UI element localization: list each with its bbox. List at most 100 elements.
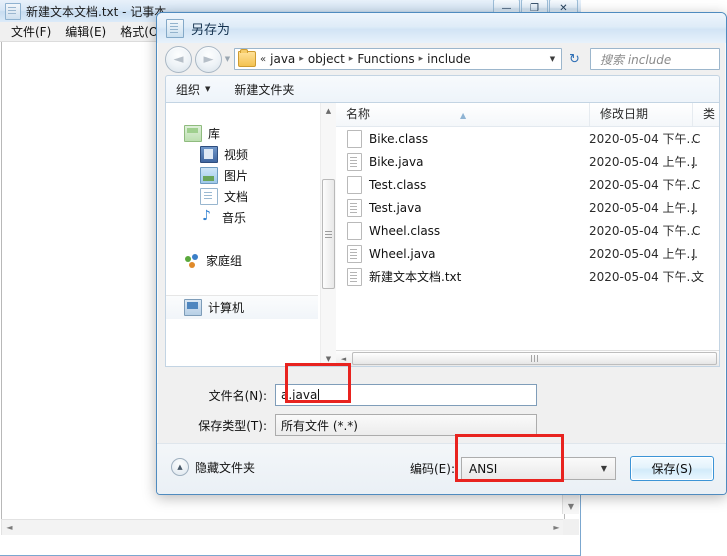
sidebar-item-label: 计算机: [208, 301, 245, 315]
scroll-down-icon[interactable]: ▼: [563, 498, 579, 514]
filename-label: 文件名(N):: [208, 388, 267, 403]
sidebar-item-label: 图片: [224, 169, 249, 183]
table-row[interactable]: Bike.java 2020-05-04 上午... J: [336, 150, 719, 173]
breadcrumb-item-object[interactable]: object: [305, 52, 348, 66]
table-row[interactable]: Test.java 2020-05-04 上午... J: [336, 196, 719, 219]
breadcrumb-item-functions[interactable]: Functions: [354, 52, 417, 66]
file-name-cell: 新建文本文档.txt: [336, 267, 589, 286]
organize-button[interactable]: 组织 ▼: [176, 81, 210, 98]
address-bar[interactable]: « java ▸ object ▸ Functions ▸ include ▼: [234, 48, 562, 70]
file-type-cell: J: [692, 154, 696, 169]
history-dropdown-icon[interactable]: ▼: [222, 47, 233, 72]
table-row[interactable]: Wheel.java 2020-05-04 上午... J: [336, 242, 719, 265]
chevron-up-icon: ▲: [171, 458, 189, 476]
notepad-scroll-corner: [563, 519, 579, 535]
sidebar-item-music[interactable]: 音乐: [166, 207, 318, 228]
address-dropdown-icon[interactable]: ▼: [544, 49, 561, 69]
file-type-cell: C: [692, 131, 701, 146]
breadcrumb: « java ▸ object ▸ Functions ▸ include: [259, 52, 544, 66]
sidebar-item-label: 家庭组: [206, 254, 243, 268]
file-name-cell: Wheel.class: [336, 221, 589, 240]
scroll-left-icon[interactable]: ◄: [2, 520, 17, 534]
text-file-icon: [347, 244, 362, 263]
dialog-bottom-bar: ▲ 隐藏文件夹 编码(E): ANSI ▼ 保存(S): [157, 443, 726, 494]
notepad-horizontal-scrollbar[interactable]: ◄ ►: [1, 519, 565, 535]
notepad-icon: [5, 2, 21, 20]
text-cursor: [318, 388, 320, 402]
scroll-right-icon[interactable]: ►: [549, 520, 564, 534]
hide-folders-button[interactable]: ▲ 隐藏文件夹: [171, 458, 255, 476]
file-name-label: Bike.class: [369, 131, 429, 146]
encoding-select[interactable]: ANSI ▼: [461, 457, 616, 480]
filename-input[interactable]: a.java: [275, 384, 537, 406]
file-list-horizontal-scrollbar[interactable]: ◄: [336, 350, 719, 366]
blank-file-icon: [347, 221, 362, 240]
menu-file[interactable]: 文件(F): [4, 21, 58, 42]
menu-edit[interactable]: 编辑(E): [58, 21, 113, 42]
sidebar-item-label: 库: [208, 127, 221, 141]
save-button[interactable]: 保存(S): [630, 456, 714, 481]
file-date-cell: 2020-05-04 下午...: [589, 178, 698, 192]
table-row[interactable]: Wheel.class 2020-05-04 下午... C: [336, 219, 719, 242]
file-name-cell: Bike.class: [336, 129, 589, 148]
filetype-row: 保存类型(T): 所有文件 (*.*): [165, 413, 720, 437]
sidebar-item-computer[interactable]: 计算机: [166, 295, 318, 319]
sidebar-item-libraries[interactable]: 库: [166, 123, 318, 144]
new-folder-button[interactable]: 新建文件夹: [234, 81, 294, 98]
notepad-document-icon: [166, 18, 184, 38]
dialog-navigation-row: ◄ ► ▼ « java ▸ object ▸ Functions ▸ incl…: [157, 43, 726, 75]
sidebar-item-label: 视频: [224, 148, 249, 162]
folder-icon: [238, 49, 256, 67]
filetype-select[interactable]: 所有文件 (*.*): [275, 414, 537, 436]
scroll-up-icon[interactable]: ▲: [321, 103, 336, 118]
table-row[interactable]: 新建文本文档.txt 2020-05-04 下午... 文: [336, 265, 719, 288]
save-as-dialog: 另存为 ◄ ► ▼ « java ▸ object ▸ Functions ▸ …: [156, 12, 727, 495]
breadcrumb-overflow-icon[interactable]: «: [259, 54, 267, 65]
homegroup-icon: [184, 253, 200, 268]
sidebar-item-label: 文档: [224, 190, 249, 204]
sidebar-item-videos[interactable]: 视频: [166, 144, 318, 165]
video-icon: [200, 146, 218, 163]
sidebar-item-pictures[interactable]: 图片: [166, 165, 318, 186]
breadcrumb-item-include[interactable]: include: [424, 52, 473, 66]
sort-ascending-icon: ▲: [460, 111, 467, 120]
file-name-label: Test.java: [369, 200, 422, 215]
chevron-down-icon: ▼: [600, 464, 607, 473]
file-list-rows: Bike.class 2020-05-04 下午... C Bike.java …: [336, 127, 719, 288]
scroll-down-icon[interactable]: ▼: [321, 351, 336, 366]
column-header-type[interactable]: 类: [692, 103, 719, 126]
encoding-value: ANSI: [469, 461, 498, 476]
filetype-label: 保存类型(T):: [198, 418, 267, 433]
refresh-icon[interactable]: ↻: [564, 49, 585, 70]
table-row[interactable]: Bike.class 2020-05-04 下午... C: [336, 127, 719, 150]
dialog-content: 库 视频 图片 文档 音乐: [165, 102, 720, 367]
table-row[interactable]: Test.class 2020-05-04 下午... C: [336, 173, 719, 196]
file-name-label: Test.class: [369, 177, 427, 192]
file-name-label: 新建文本文档.txt: [369, 270, 462, 284]
search-placeholder: 搜索 include: [600, 52, 672, 67]
hide-folders-label: 隐藏文件夹: [195, 460, 256, 475]
music-note-icon: [200, 208, 216, 225]
search-input[interactable]: 搜索 include: [590, 48, 720, 70]
file-name-cell: Wheel.java: [336, 244, 589, 263]
file-name-cell: Bike.java: [336, 152, 589, 171]
sidebar-item-documents[interactable]: 文档: [166, 186, 318, 207]
navpane-scrollbar[interactable]: ▲ ▼: [320, 103, 336, 366]
organize-label: 组织: [176, 82, 201, 97]
dialog-titlebar[interactable]: 另存为: [157, 13, 726, 43]
back-button[interactable]: ◄: [165, 45, 192, 73]
column-header-name[interactable]: 名称 ▲: [336, 103, 589, 126]
column-header-date[interactable]: 修改日期: [589, 103, 692, 126]
scrollbar-thumb[interactable]: [352, 352, 717, 365]
file-date-cell: 2020-05-04 下午...: [589, 270, 698, 284]
sidebar-item-homegroup[interactable]: 家庭组: [166, 250, 318, 271]
file-name-label: Wheel.class: [369, 223, 441, 238]
forward-button[interactable]: ►: [195, 45, 222, 73]
notepad-title: 新建文本文档.txt - 记事本: [26, 4, 167, 19]
computer-icon: [184, 299, 202, 316]
file-type-cell: C: [692, 223, 701, 238]
breadcrumb-item-java[interactable]: java: [267, 52, 298, 66]
scroll-left-icon[interactable]: ◄: [336, 351, 351, 366]
file-name-cell: Test.class: [336, 175, 589, 194]
scrollbar-thumb[interactable]: [322, 179, 335, 289]
